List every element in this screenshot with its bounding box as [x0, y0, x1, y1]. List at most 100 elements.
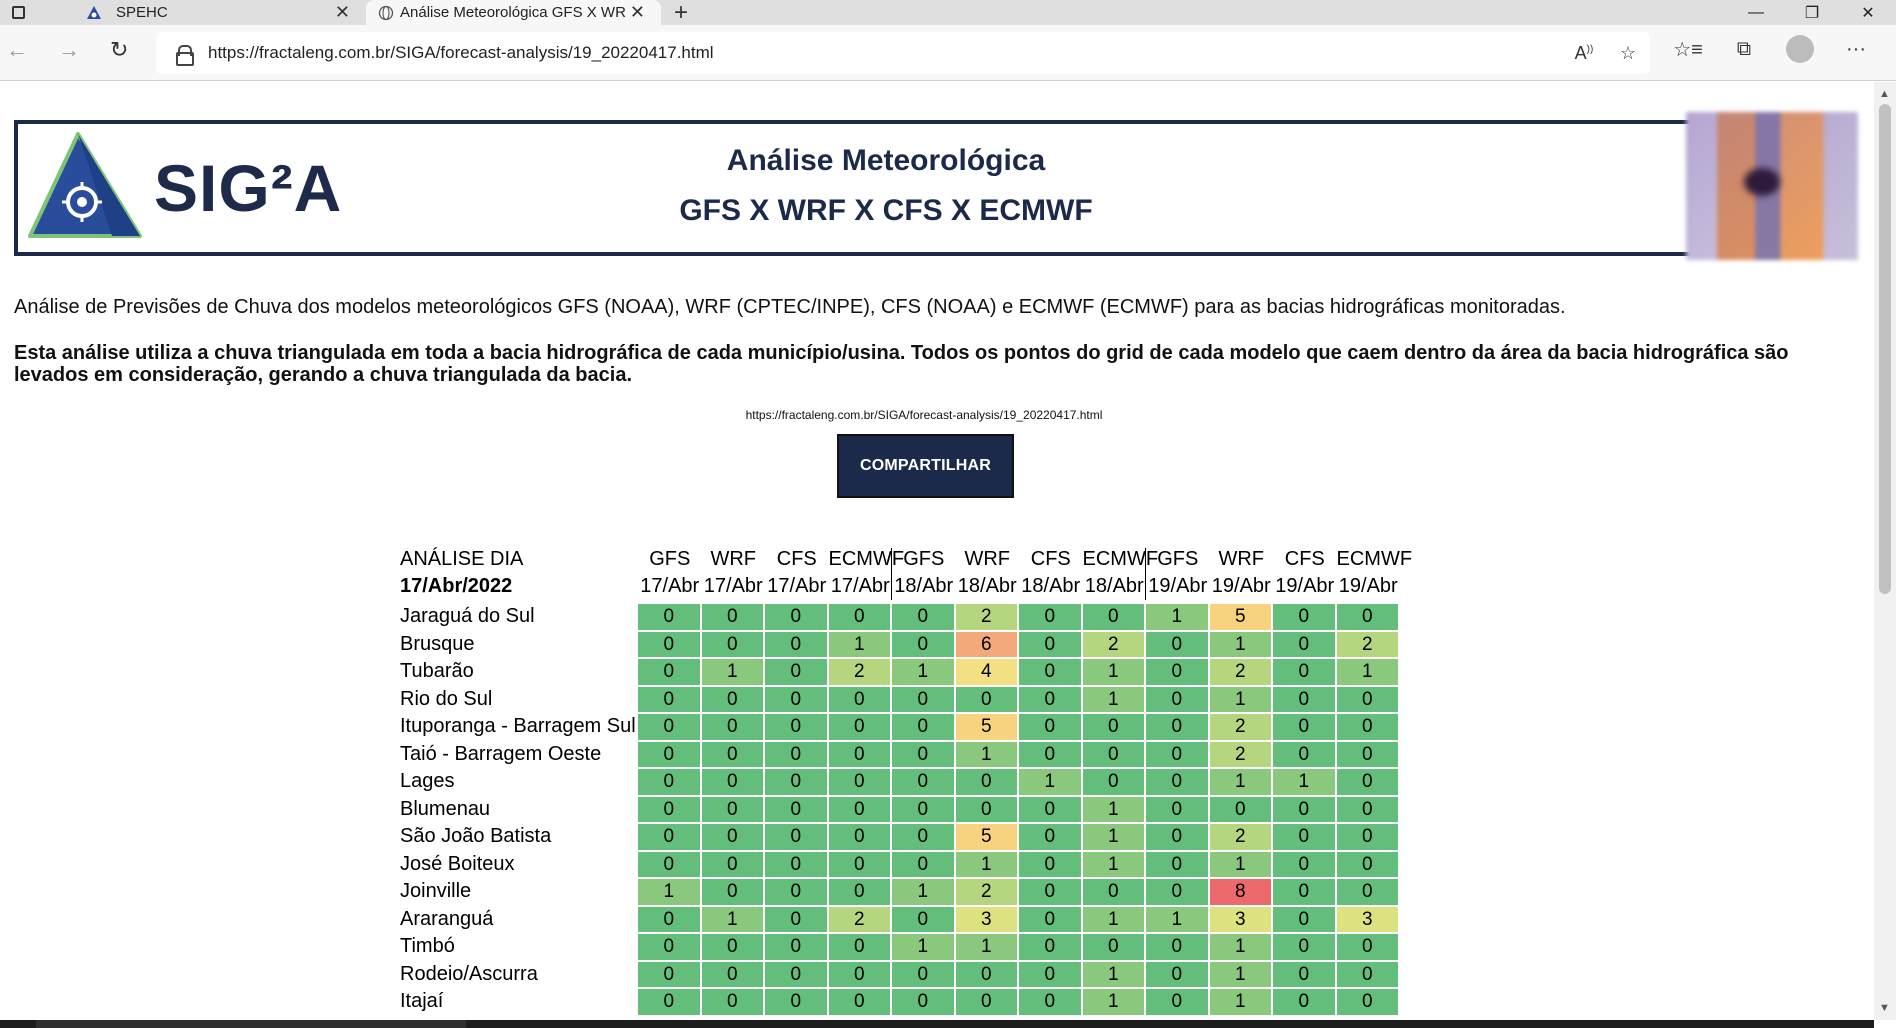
column-date-header: 19/Abr	[1148, 575, 1208, 597]
minimize-icon[interactable]: —	[1728, 0, 1784, 25]
day-group-separator	[891, 548, 892, 600]
forecast-cell: 0	[638, 686, 702, 714]
forecast-cell: 1	[892, 659, 956, 687]
forecast-cell: 1	[701, 906, 765, 934]
column-model-header: GFS	[1157, 548, 1199, 570]
back-arrow-icon[interactable]: ←	[6, 37, 28, 63]
header-partner-image	[1686, 112, 1858, 260]
page-title: Análise Meteorológica	[726, 144, 1046, 177]
forecast-cell: 0	[638, 961, 702, 989]
favorites-icon[interactable]: ☆≡	[1660, 37, 1716, 62]
forecast-cell: 1	[1082, 989, 1146, 1017]
scroll-up-icon[interactable]: ▲	[1879, 88, 1890, 100]
close-icon[interactable]: ✕	[630, 2, 645, 23]
forecast-cell: 0	[1019, 989, 1083, 1017]
forecast-cell: 0	[1336, 769, 1400, 797]
forecast-cell: 0	[1146, 631, 1210, 659]
row-station-label: Ituporanga - Barragem Sul	[400, 715, 636, 737]
forecast-cell: 0	[1019, 879, 1083, 907]
row-station-label: Joinville	[400, 880, 472, 902]
column-model-header: GFS	[649, 548, 691, 570]
forecast-cell: 0	[701, 741, 765, 769]
profile-avatar[interactable]	[1772, 35, 1828, 63]
forecast-cell: 0	[1273, 796, 1337, 824]
tab-spehc[interactable]: SPEHC ✕	[36, 0, 366, 25]
column-date-header: 18/Abr	[894, 575, 954, 597]
forecast-cell: 0	[892, 631, 956, 659]
forecast-cell: 0	[1336, 796, 1400, 824]
forecast-cell: 0	[638, 769, 702, 797]
forecast-cell: 6	[955, 631, 1019, 659]
forecast-cell: 0	[828, 714, 892, 742]
forecast-cell: 1	[1082, 906, 1146, 934]
forecast-cell: 0	[701, 631, 765, 659]
add-favorite-icon[interactable]: ☆	[1606, 43, 1650, 64]
address-bar[interactable]: https://fractaleng.com.br/SIGA/forecast-…	[156, 32, 1650, 74]
forecast-cell: 2	[1336, 631, 1400, 659]
more-menu-icon[interactable]: ···	[1828, 38, 1884, 61]
horizontal-scrollbar[interactable]	[0, 1020, 1874, 1028]
scroll-down-icon[interactable]: ▼	[1879, 1002, 1890, 1014]
column-date-header: 18/Abr	[1021, 575, 1081, 597]
forecast-cell: 0	[1336, 961, 1400, 989]
column-date-header: 19/Abr	[1211, 575, 1271, 597]
close-window-icon[interactable]: ✕	[1840, 0, 1896, 25]
forecast-cell: 1	[1082, 659, 1146, 687]
forecast-cell: 1	[955, 851, 1019, 879]
column-model-header: ECMWF	[1082, 548, 1159, 570]
vertical-scrollbar[interactable]: ▲ ▼	[1874, 82, 1896, 1020]
forecast-cell: 0	[765, 659, 829, 687]
forecast-cell: 2	[1209, 714, 1273, 742]
column-model-header: CFS	[1030, 548, 1071, 570]
forecast-cell: 0	[1146, 879, 1210, 907]
restore-icon[interactable]: ❐	[1784, 0, 1840, 25]
reload-icon[interactable]: ↻	[110, 37, 128, 63]
forward-arrow-icon[interactable]: →	[58, 37, 80, 63]
tab-actions-icon[interactable]	[0, 0, 36, 25]
forecast-cell: 0	[1082, 604, 1146, 632]
forecast-cell: 1	[828, 631, 892, 659]
forecast-cell: 1	[1209, 961, 1273, 989]
forecast-cell: 0	[892, 851, 956, 879]
forecast-cell: 5	[955, 824, 1019, 852]
forecast-cell: 0	[1336, 989, 1400, 1017]
tab-analise[interactable]: Análise Meteorológica GFS X WR ✕	[366, 0, 661, 25]
scroll-thumb[interactable]	[1879, 104, 1891, 594]
forecast-cell: 0	[1082, 879, 1146, 907]
forecast-cell: 0	[765, 741, 829, 769]
column-date-header: 19/Abr	[1338, 575, 1398, 597]
day-group-separator	[1145, 548, 1146, 600]
url-text[interactable]: https://fractaleng.com.br/SIGA/forecast-…	[208, 43, 714, 63]
new-tab-plus-icon[interactable]: +	[661, 0, 701, 26]
forecast-cell: 0	[765, 824, 829, 852]
column-date-header: 18/Abr	[1084, 575, 1144, 597]
forecast-cell: 8	[1209, 879, 1273, 907]
forecast-cell: 0	[1082, 934, 1146, 962]
intro-text: Análise de Previsões de Chuva dos modelo…	[14, 296, 1566, 318]
row-station-label: Lages	[400, 770, 455, 792]
forecast-cell: 5	[1209, 604, 1273, 632]
lock-icon[interactable]	[176, 45, 194, 66]
forecast-cell: 0	[1019, 796, 1083, 824]
forecast-cell: 0	[1146, 659, 1210, 687]
forecast-cell: 1	[701, 659, 765, 687]
forecast-cell: 0	[1336, 686, 1400, 714]
forecast-cell: 1	[955, 934, 1019, 962]
forecast-cell: 0	[765, 769, 829, 797]
forecast-cell: 0	[1273, 906, 1337, 934]
forecast-cell: 0	[892, 686, 956, 714]
forecast-cell: 0	[765, 906, 829, 934]
collections-icon[interactable]: ⧉	[1716, 38, 1772, 61]
column-model-header: ECMWF	[1336, 548, 1413, 570]
forecast-cell: 5	[955, 714, 1019, 742]
forecast-cell: 0	[1146, 686, 1210, 714]
close-icon[interactable]: ✕	[335, 2, 350, 23]
row-station-label: Tubarão	[400, 660, 474, 682]
forecast-cell: 0	[1273, 989, 1337, 1017]
forecast-cell: 0	[638, 989, 702, 1017]
forecast-cell: 0	[1273, 934, 1337, 962]
read-aloud-icon[interactable]: A))	[1562, 43, 1606, 64]
share-button[interactable]: COMPARTILHAR	[837, 434, 1014, 498]
row-station-label: Itajaí	[400, 990, 444, 1012]
forecast-cell: 0	[701, 879, 765, 907]
